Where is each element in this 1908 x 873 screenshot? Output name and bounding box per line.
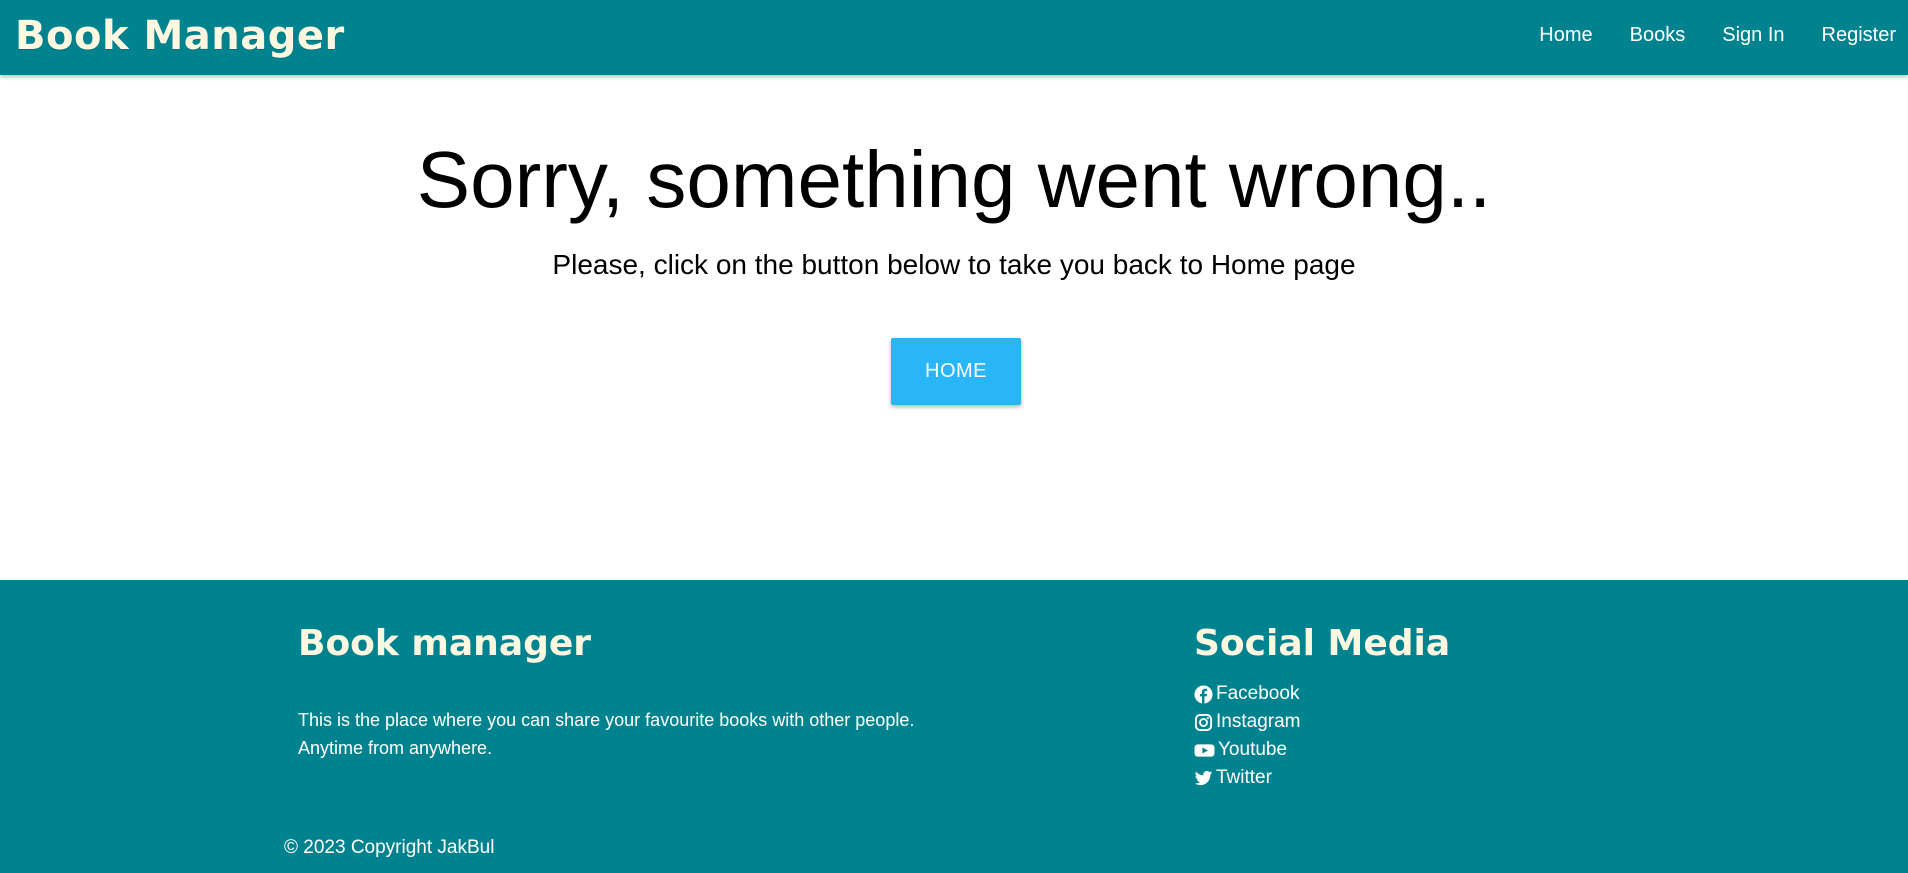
nav-link-sign-in[interactable]: Sign In	[1722, 24, 1784, 47]
youtube-icon	[1194, 743, 1215, 757]
social-link-instagram[interactable]: Instagram	[1194, 708, 1300, 736]
nav-link-home[interactable]: Home	[1539, 24, 1592, 47]
footer-brand-title: Book manager	[298, 623, 592, 664]
home-button[interactable]: HOME	[891, 338, 1021, 405]
social-links-list: Facebook Instagram Youtube Twitter	[1194, 680, 1300, 792]
footer-description: This is the place where you can share yo…	[298, 706, 998, 762]
social-media-title: Social Media	[1194, 623, 1451, 664]
nav-link-register[interactable]: Register	[1822, 24, 1896, 47]
nav-link-books[interactable]: Books	[1630, 24, 1686, 47]
error-subtitle: Please, click on the button below to tak…	[552, 249, 1356, 280]
footer-description-line: This is the place where you can share yo…	[298, 710, 915, 730]
brand-logo-link[interactable]: Book Manager	[15, 8, 345, 64]
navbar: Book Manager Home Books Sign In Register	[0, 0, 1908, 75]
social-link-label: Instagram	[1216, 711, 1301, 732]
error-main: Sorry, something went wrong.. Please, cl…	[0, 75, 1908, 580]
social-link-label: Youtube	[1218, 739, 1288, 760]
facebook-icon	[1194, 684, 1213, 704]
copyright-text: © 2023 Copyright JakBul	[284, 837, 495, 858]
social-link-twitter[interactable]: Twitter	[1194, 764, 1300, 792]
social-link-label: Facebook	[1216, 683, 1300, 704]
social-link-label: Twitter	[1216, 767, 1272, 788]
twitter-icon	[1194, 770, 1213, 785]
instagram-icon	[1194, 713, 1213, 731]
social-link-youtube[interactable]: Youtube	[1194, 736, 1300, 764]
error-title: Sorry, something went wrong..	[416, 135, 1492, 224]
footer: Book manager This is the place where you…	[0, 580, 1908, 873]
nav-links: Home Books Sign In Register	[1502, 0, 1896, 70]
footer-description-line: Anytime from anywhere.	[298, 738, 493, 758]
social-link-facebook[interactable]: Facebook	[1194, 680, 1300, 708]
